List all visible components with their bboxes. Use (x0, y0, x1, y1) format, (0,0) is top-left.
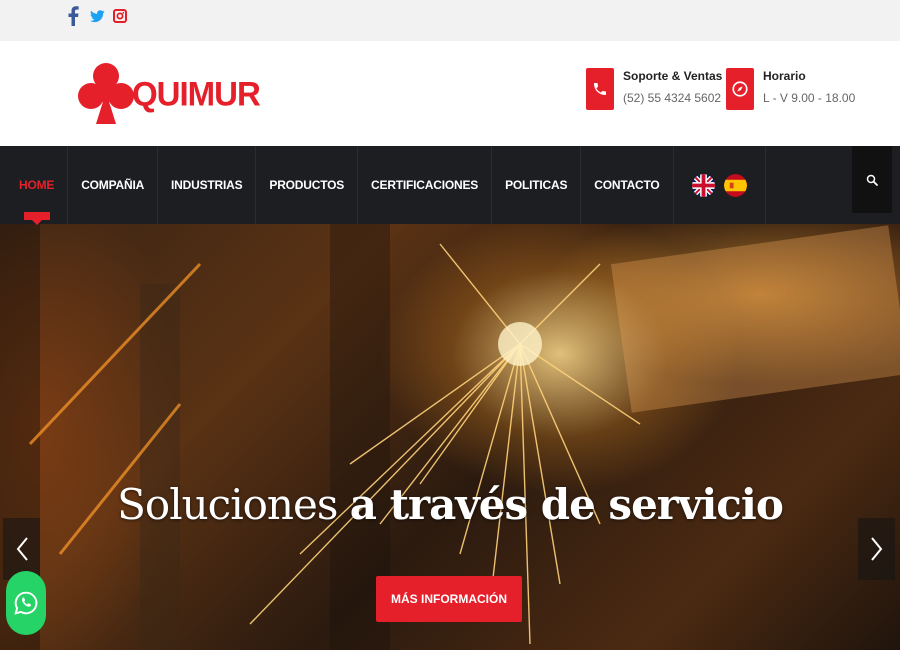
logo[interactable]: QUIMUR (76, 62, 261, 126)
spain-flag-icon[interactable] (723, 173, 747, 197)
facebook-link[interactable] (67, 6, 82, 26)
instagram-icon (113, 9, 127, 23)
compass-icon (726, 68, 754, 110)
nav-item-industrias[interactable]: INDUSTRIAS (158, 146, 257, 224)
hero-title: Soluciones a través de servicio (0, 480, 900, 529)
nav-item-contacto[interactable]: CONTACTO (581, 146, 674, 224)
site-header: QUIMUR Soporte & Ventas (52) 55 4324 560… (0, 41, 900, 146)
facebook-icon (68, 6, 79, 26)
main-nav: HOME COMPAÑIA INDUSTRIAS PRODUCTOS CERTI… (0, 146, 900, 225)
uk-flag-icon[interactable] (691, 173, 715, 197)
nav-item-certificaciones[interactable]: CERTIFICACIONES (358, 146, 493, 224)
nav-item-home[interactable]: HOME (6, 146, 69, 225)
language-switcher (674, 146, 766, 224)
whatsapp-icon (14, 591, 38, 615)
hero-title-bold: a través de servicio (349, 480, 784, 529)
social-links (67, 6, 128, 26)
nav-item-productos[interactable]: PRODUCTOS (256, 146, 359, 224)
twitter-icon (90, 10, 105, 23)
top-social-bar (0, 0, 900, 41)
logo-text: QUIMUR (132, 74, 261, 113)
contact-hours-value: L - V 9.00 - 18.00 (763, 91, 856, 105)
slider-next-button[interactable] (858, 518, 895, 580)
club-icon (78, 63, 134, 124)
search-button[interactable] (852, 146, 892, 213)
search-icon (866, 174, 878, 186)
contact-sales-phone[interactable]: (52) 55 4324 5602 (623, 91, 722, 105)
contact-hours-title: Horario (763, 69, 806, 83)
instagram-link[interactable] (113, 6, 128, 26)
hero-slider: Soluciones a través de servicio MÁS INFO… (0, 224, 900, 650)
hero-title-light: Soluciones (117, 480, 338, 529)
contact-hours: Horario L - V 9.00 - 18.00 (726, 68, 855, 110)
twitter-link[interactable] (90, 6, 105, 26)
contact-sales: Soporte & Ventas (52) 55 4324 5602 (586, 68, 722, 110)
phone-icon (586, 68, 614, 110)
chevron-right-icon (870, 537, 882, 561)
nav-item-compania[interactable]: COMPAÑIA (68, 146, 159, 224)
nav-item-politicas[interactable]: POLITICAS (492, 146, 582, 224)
more-info-button[interactable]: MÁS INFORMACIÓN (376, 576, 522, 622)
whatsapp-button[interactable] (6, 571, 46, 635)
chevron-left-icon (16, 537, 28, 561)
contact-sales-title: Soporte & Ventas (623, 69, 723, 83)
